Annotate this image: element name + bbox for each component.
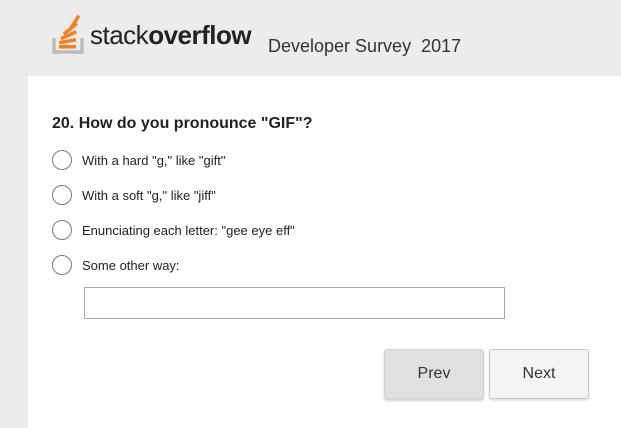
option-label: Some other way: bbox=[82, 257, 180, 273]
logo-text-bold: overflow bbox=[148, 20, 252, 50]
logo-wordmark: stackoverflow bbox=[90, 20, 252, 50]
stackoverflow-logo-icon bbox=[52, 14, 84, 54]
header: stackoverflow Developer Survey 2017 bbox=[0, 0, 621, 76]
other-text-field[interactable] bbox=[84, 287, 505, 319]
radio-button[interactable] bbox=[52, 220, 72, 240]
survey-title: Developer Survey 2017 bbox=[268, 36, 462, 56]
survey-panel: 20. How do you pronounce "GIF"? With a h… bbox=[28, 76, 621, 428]
next-button[interactable]: Next bbox=[489, 349, 589, 399]
option-other[interactable]: Some other way: bbox=[52, 254, 180, 276]
logo-text-light: stack bbox=[90, 20, 149, 50]
option-hard-g[interactable]: With a hard "g," like "gift" bbox=[52, 149, 225, 171]
question-title: 20. How do you pronounce "GIF"? bbox=[52, 115, 313, 132]
option-label: With a soft "g," like "jiff" bbox=[82, 187, 216, 203]
option-label: With a hard "g," like "gift" bbox=[82, 152, 226, 168]
option-each-letter[interactable]: Enunciating each letter: "gee eye eff" bbox=[52, 219, 295, 241]
stackoverflow-logo[interactable]: stackoverflow bbox=[52, 12, 252, 54]
option-soft-g[interactable]: With a soft "g," like "jiff" bbox=[52, 184, 216, 206]
radio-button[interactable] bbox=[52, 150, 72, 170]
prev-button[interactable]: Prev bbox=[384, 349, 484, 399]
radio-button[interactable] bbox=[52, 185, 72, 205]
radio-button[interactable] bbox=[52, 255, 72, 275]
option-label: Enunciating each letter: "gee eye eff" bbox=[82, 222, 295, 238]
